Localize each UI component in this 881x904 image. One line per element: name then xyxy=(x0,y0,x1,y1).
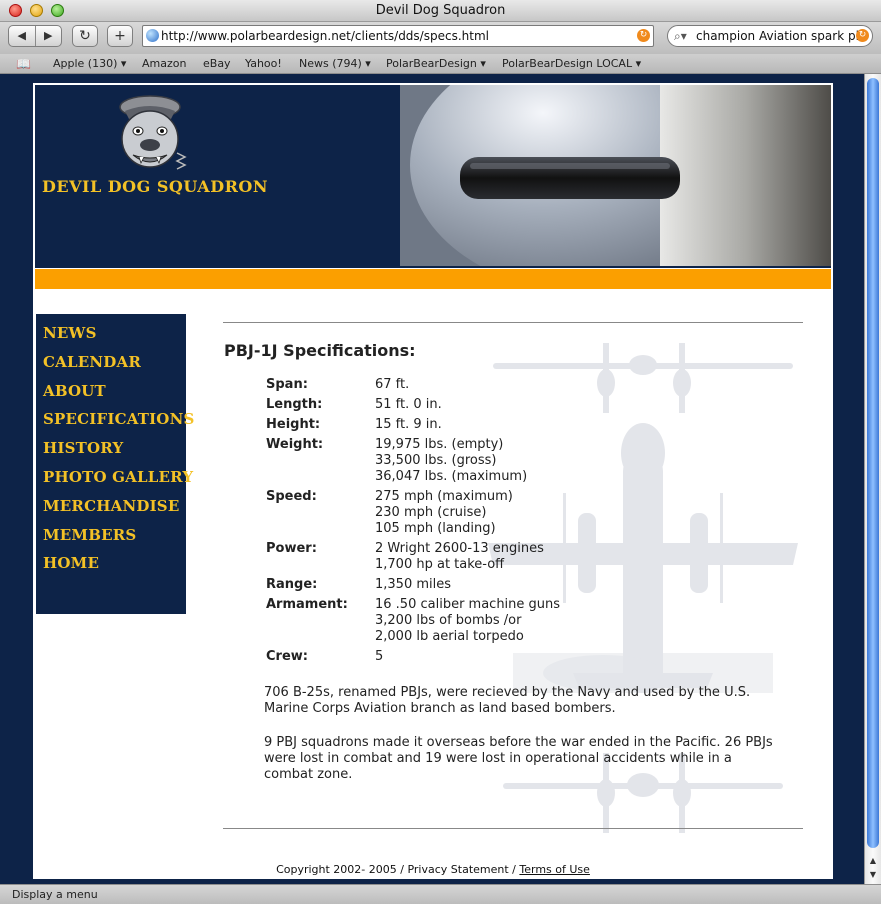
terms-of-use-link[interactable]: Terms of Use xyxy=(519,863,590,876)
page-reload-icon[interactable]: ↻ xyxy=(637,29,650,42)
reload-button[interactable]: ↻ xyxy=(72,25,98,47)
search-clear-icon[interactable]: ↻ xyxy=(856,29,869,42)
scrollbar-thumb[interactable] xyxy=(867,78,879,848)
window-titlebar: Devil Dog Squadron xyxy=(0,0,881,22)
scroll-down-arrow-icon[interactable]: ▼ xyxy=(865,868,881,882)
bookmark-yahoo[interactable]: Yahoo! xyxy=(245,54,282,74)
address-bar[interactable]: http://www.polarbeardesign.net/clients/d… xyxy=(142,25,654,47)
spec-value: 5 xyxy=(375,649,384,664)
history-paragraph-2: 9 PBJ squadrons made it overseas before … xyxy=(264,735,773,782)
site-title: DEVIL DOG SQUADRON xyxy=(42,177,268,196)
bookmarks-bar: 📖 Apple (130) ▾ Amazon eBay Yahoo! News … xyxy=(0,54,881,74)
main-content: PBJ-1J Specifications: Span: 67 ft. Leng… xyxy=(223,333,803,833)
search-value[interactable]: champion Aviation spark pl xyxy=(696,29,859,43)
window-title: Devil Dog Squadron xyxy=(375,3,506,18)
bookmark-news[interactable]: News (794) ▾ xyxy=(299,54,371,74)
search-field[interactable]: ⌕▾ champion Aviation spark pl ↻ xyxy=(667,25,873,47)
spec-value: 33,500 lbs. (gross) xyxy=(375,453,497,468)
spec-label: Weight: xyxy=(266,437,324,452)
bookmark-amazon[interactable]: Amazon xyxy=(142,54,186,74)
bookmark-ebay[interactable]: eBay xyxy=(203,54,231,74)
nav-specifications[interactable]: SPECIFICATIONS xyxy=(43,405,194,434)
close-window-icon[interactable] xyxy=(9,4,22,17)
spec-label: Span: xyxy=(266,377,308,392)
spec-value: 67 ft. xyxy=(375,377,410,392)
nav-photo-gallery[interactable]: PHOTO GALLERY xyxy=(43,463,193,492)
spec-row-height: Height: 15 ft. 9 in. xyxy=(266,417,560,433)
specifications-table: Span: 67 ft. Length: 51 ft. 0 in. Height… xyxy=(266,377,560,669)
add-bookmark-button[interactable]: + xyxy=(107,25,133,47)
status-bar: Display a menu xyxy=(0,884,881,904)
globe-icon xyxy=(146,29,159,42)
spec-row-power: Power: 2 Wright 2600-13 engines 1,700 hp… xyxy=(266,541,560,573)
spec-label: Height: xyxy=(266,417,321,432)
back-forward-buttons: ◀ ▶ xyxy=(8,25,62,47)
spec-value: 275 mph (maximum) xyxy=(375,489,513,504)
zoom-window-icon[interactable] xyxy=(51,4,64,17)
spec-row-weight: Weight: 19,975 lbs. (empty) 33,500 lbs. … xyxy=(266,437,560,485)
bookmark-polarbeardesign-local[interactable]: PolarBearDesign LOCAL ▾ xyxy=(502,54,641,74)
sidebar-navigation: NEWS CALENDAR ABOUT SPECIFICATIONS HISTO… xyxy=(36,314,194,614)
history-paragraph-1: 706 B-25s, renamed PBJs, were recieved b… xyxy=(264,685,751,716)
spec-value: 2 Wright 2600-13 engines xyxy=(375,541,544,556)
spec-row-speed: Speed: 275 mph (maximum) 230 mph (cruise… xyxy=(266,489,560,537)
forward-arrow-icon[interactable]: ▶ xyxy=(36,26,62,46)
spec-value: 230 mph (cruise) xyxy=(375,505,487,520)
spec-label: Crew: xyxy=(266,649,308,664)
nav-calendar[interactable]: CALENDAR xyxy=(43,348,186,377)
spec-label: Power: xyxy=(266,541,317,556)
spec-value: 105 mph (landing) xyxy=(375,521,496,536)
scroll-up-arrow-icon[interactable]: ▲ xyxy=(865,854,881,868)
spec-value: 2,000 lb aerial torpedo xyxy=(375,629,524,644)
spec-row-span: Span: 67 ft. xyxy=(266,377,560,393)
bookmark-apple[interactable]: Apple (130) ▾ xyxy=(53,54,126,74)
spec-row-range: Range: 1,350 miles xyxy=(266,577,560,593)
open-book-icon[interactable]: 📖 xyxy=(16,54,31,74)
aircraft-nose-illustration xyxy=(400,85,831,266)
nav-members[interactable]: MEMBERS xyxy=(43,521,186,550)
bottom-divider xyxy=(223,828,803,829)
spec-value: 15 ft. 9 in. xyxy=(375,417,442,432)
orange-banner-stripe xyxy=(35,269,831,289)
spec-label: Armament: xyxy=(266,597,348,612)
nav-home[interactable]: HOME xyxy=(43,549,186,578)
page-title: PBJ-1J Specifications: xyxy=(224,341,416,360)
bookmark-polarbeardesign[interactable]: PolarBearDesign ▾ xyxy=(386,54,486,74)
spec-label: Length: xyxy=(266,397,323,412)
minimize-window-icon[interactable] xyxy=(30,4,43,17)
bulldog-logo-icon xyxy=(119,95,187,170)
spec-row-crew: Crew: 5 xyxy=(266,649,560,665)
nav-news[interactable]: NEWS xyxy=(43,319,186,348)
spec-value: 36,047 lbs. (maximum) xyxy=(375,469,528,484)
spec-value: 1,350 miles xyxy=(375,577,452,592)
spec-row-armament: Armament: 16 .50 caliber machine guns 3,… xyxy=(266,597,560,645)
nav-about[interactable]: ABOUT xyxy=(43,377,186,406)
spec-value: 3,200 lbs of bombs /or xyxy=(375,613,522,628)
browser-toolbar: ◀ ▶ ↻ + http://www.polarbeardesign.net/c… xyxy=(0,22,881,54)
spec-value: 1,700 hp at take-off xyxy=(375,557,505,572)
web-page: DEVIL DOG SQUADRON NEWS CALENDAR ABOUT S… xyxy=(33,83,833,879)
spec-value: 51 ft. 0 in. xyxy=(375,397,442,412)
nav-history[interactable]: HISTORY xyxy=(43,434,186,463)
nav-merchandise[interactable]: MERCHANDISE xyxy=(43,492,186,521)
page-footer: Copyright 2002- 2005 / Privacy Statement… xyxy=(33,863,833,876)
address-url[interactable]: http://www.polarbeardesign.net/clients/d… xyxy=(161,29,489,43)
header-photo-aircraft-nose xyxy=(400,85,831,266)
search-icon: ⌕▾ xyxy=(674,29,687,43)
site-header: DEVIL DOG SQUADRON xyxy=(35,85,831,268)
spec-value: 16 .50 caliber machine guns xyxy=(375,597,561,612)
copyright-text: Copyright 2002- 2005 / Privacy Statement… xyxy=(276,863,520,876)
spec-value: 19,975 lbs. (empty) xyxy=(375,437,504,452)
spec-label: Range: xyxy=(266,577,318,592)
spec-row-length: Length: 51 ft. 0 in. xyxy=(266,397,560,413)
vertical-scrollbar[interactable]: ▲ ▼ xyxy=(864,74,881,884)
top-divider xyxy=(223,322,803,323)
spec-label: Speed: xyxy=(266,489,317,504)
back-arrow-icon[interactable]: ◀ xyxy=(9,26,36,46)
